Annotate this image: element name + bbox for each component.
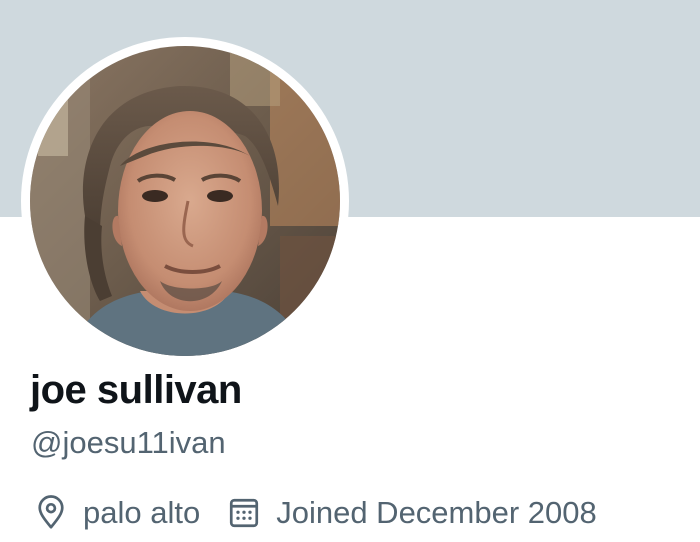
calendar-icon xyxy=(226,495,262,531)
profile-display-name: joe sullivan xyxy=(30,368,242,412)
profile-header: joe sullivan @joesu11ivan palo alto Join… xyxy=(0,0,700,542)
profile-joined: Joined December 2008 xyxy=(226,495,597,531)
profile-joined-text: Joined December 2008 xyxy=(276,495,597,530)
profile-meta: palo alto Joined December 2008 xyxy=(33,490,597,536)
profile-location-text: palo alto xyxy=(83,495,201,530)
avatar-border xyxy=(21,37,349,365)
avatar[interactable] xyxy=(30,46,340,356)
profile-location: palo alto xyxy=(33,495,200,531)
location-pin-icon xyxy=(33,495,69,531)
profile-handle: @joesu11ivan xyxy=(31,425,226,460)
